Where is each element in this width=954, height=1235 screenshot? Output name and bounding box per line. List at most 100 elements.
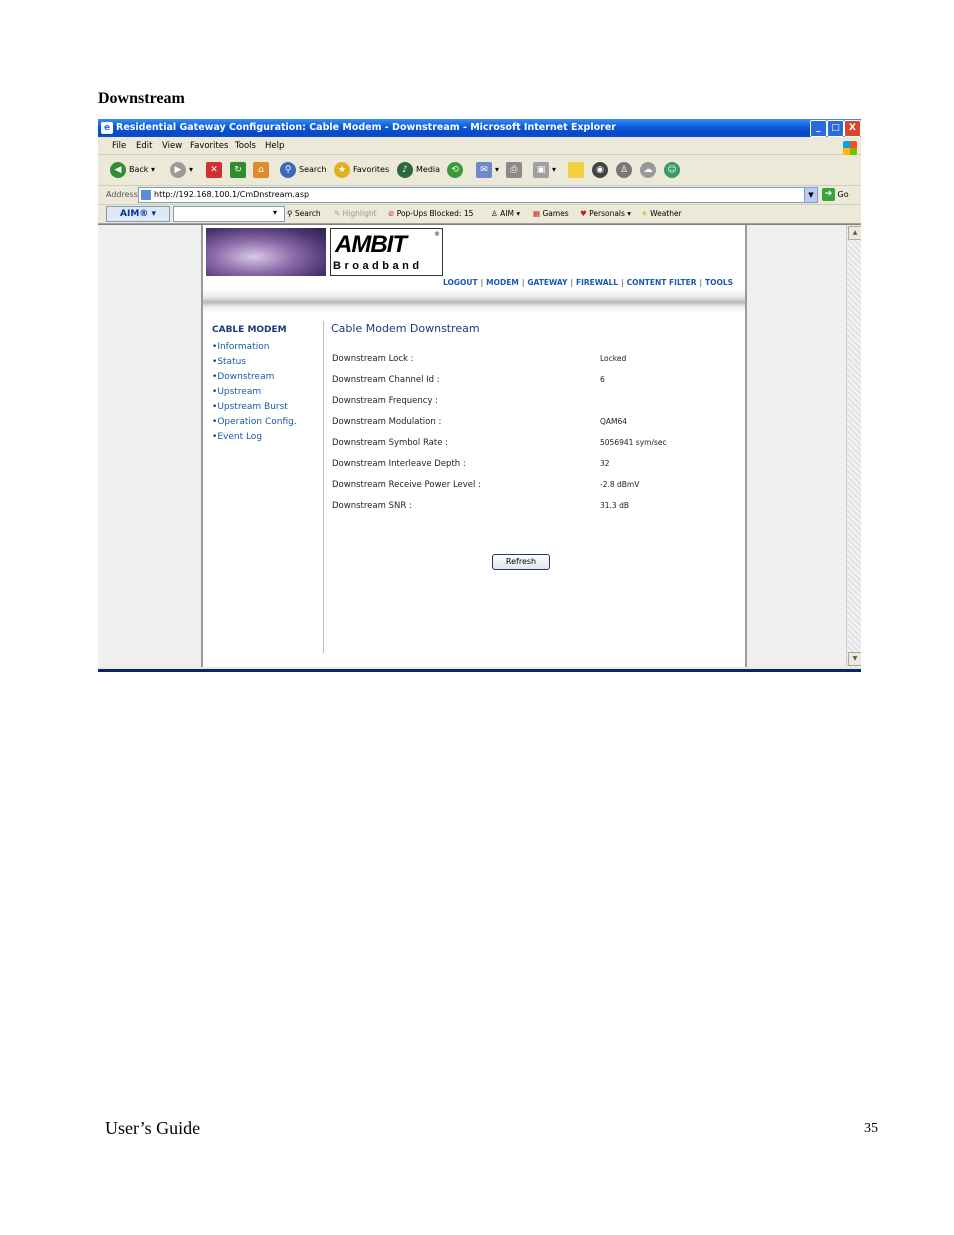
menu-file[interactable]: File bbox=[112, 141, 126, 151]
address-input[interactable]: http://192.168.100.1/CmDnstream.asp ▼ bbox=[138, 187, 818, 203]
symbol-rate-label: Downstream Symbol Rate : bbox=[332, 438, 448, 448]
heart-icon: ♥ bbox=[580, 209, 587, 218]
title-bar: e Residential Gateway Configuration: Cab… bbox=[98, 119, 861, 137]
sidebar-item-label: Upstream Burst bbox=[217, 402, 288, 412]
minimize-button[interactable]: _ bbox=[810, 120, 827, 137]
nav-content-filter[interactable]: CONTENT FILTER bbox=[627, 278, 697, 287]
sidebar-item-event-log[interactable]: •Event Log bbox=[212, 432, 297, 442]
menu-help[interactable]: Help bbox=[265, 141, 284, 151]
menu-edit[interactable]: Edit bbox=[136, 141, 152, 151]
games-button[interactable]: ▦ Games bbox=[533, 209, 569, 218]
sidebar-item-status[interactable]: •Status bbox=[212, 357, 297, 367]
maximize-button[interactable]: □ bbox=[827, 120, 844, 137]
sidebar-item-upstream-burst[interactable]: •Upstream Burst bbox=[212, 402, 297, 412]
frequency-label: Downstream Frequency : bbox=[332, 396, 439, 406]
address-dropdown-icon[interactable]: ▼ bbox=[804, 187, 818, 203]
address-bar: Address http://192.168.100.1/CmDnstream.… bbox=[98, 186, 861, 205]
aim-search-input[interactable] bbox=[173, 206, 285, 222]
page-icon bbox=[141, 189, 151, 200]
downstream-lock-label: Downstream Lock : bbox=[332, 354, 414, 364]
aim-search-dropdown-icon[interactable]: ▾ bbox=[273, 208, 277, 217]
nav-logout[interactable]: LOGOUT bbox=[443, 278, 478, 287]
aim-button[interactable]: AIM® ▾ bbox=[106, 206, 170, 222]
forward-button[interactable]: ▶ ▾ bbox=[170, 161, 193, 179]
refresh-icon: ↻ bbox=[230, 161, 246, 178]
stop-button[interactable]: ✕ bbox=[206, 161, 225, 179]
favorites-button[interactable]: ★ Favorites bbox=[334, 161, 389, 179]
interleave-depth-label: Downstream Interleave Depth : bbox=[332, 459, 466, 469]
scroll-down-icon[interactable]: ▼ bbox=[848, 652, 861, 666]
research-icon: ◉ bbox=[592, 161, 608, 178]
popups-blocked[interactable]: ⊘ Pop-Ups Blocked: 15 bbox=[388, 209, 473, 218]
aim-menu[interactable]: ♙ AIM ▾ bbox=[491, 209, 520, 218]
aim-button-label: AIM® bbox=[120, 209, 149, 219]
sun-icon: ☀ bbox=[641, 209, 648, 218]
aim-toolbar: AIM® ▾ ▾ ⚲ Search ✎ Highlight ⊘ Pop-Ups … bbox=[98, 205, 861, 224]
scroll-up-icon[interactable]: ▲ bbox=[848, 226, 861, 240]
forward-arrow-icon: ▶ bbox=[170, 161, 186, 178]
back-button[interactable]: ◀ Back ▾ bbox=[110, 161, 155, 179]
refresh-toolbar-button[interactable]: ↻ bbox=[230, 161, 249, 179]
sidebar: CABLE MODEM •Information •Status •Downst… bbox=[212, 325, 297, 447]
star-icon: ★ bbox=[334, 161, 350, 178]
mail-icon: ✉ bbox=[476, 161, 492, 178]
vertical-scrollbar[interactable]: ▲ ▼ bbox=[846, 225, 861, 667]
history-button[interactable]: ⟲ bbox=[447, 161, 466, 179]
notes-button[interactable] bbox=[568, 161, 587, 179]
search-button[interactable]: ⚲ Search bbox=[280, 161, 326, 179]
weather-label: Weather bbox=[650, 209, 682, 218]
nav-gateway[interactable]: GATEWAY bbox=[527, 278, 567, 287]
personals-button[interactable]: ♥ Personals ▾ bbox=[580, 209, 631, 218]
games-icon: ▦ bbox=[533, 209, 541, 218]
contacts-button[interactable]: ☺ bbox=[664, 161, 683, 179]
weather-button[interactable]: ☀ Weather bbox=[641, 209, 682, 218]
mail-button[interactable]: ✉ ▾ bbox=[476, 161, 499, 179]
address-url: http://192.168.100.1/CmDnstream.asp bbox=[154, 190, 310, 199]
highlight-label: Highlight bbox=[342, 209, 377, 218]
close-button[interactable]: X bbox=[844, 120, 861, 137]
sidebar-item-upstream[interactable]: •Upstream bbox=[212, 387, 297, 397]
aim-search-button[interactable]: ⚲ Search bbox=[287, 209, 321, 218]
menu-tools[interactable]: Tools bbox=[235, 141, 256, 151]
content-divider bbox=[323, 321, 324, 653]
refresh-button[interactable]: Refresh bbox=[492, 554, 550, 570]
media-button[interactable]: ♪ Media bbox=[397, 161, 440, 179]
aim-menu-label: AIM bbox=[500, 209, 514, 218]
modulation-value: QAM64 bbox=[600, 417, 628, 426]
home-button[interactable]: ⌂ bbox=[253, 161, 272, 179]
interleave-depth-value: 32 bbox=[600, 459, 610, 468]
page-viewport: AMBIT ® Broadband LOGOUT | MODEM | GATEWAY | F… bbox=[98, 224, 861, 667]
nav-modem[interactable]: MODEM bbox=[486, 278, 519, 287]
research-button[interactable]: ◉ bbox=[592, 161, 611, 179]
aim-search-label: Search bbox=[294, 209, 321, 218]
history-icon: ⟲ bbox=[447, 161, 463, 178]
header-divider bbox=[203, 289, 745, 313]
downstream-lock-value: Locked bbox=[600, 354, 627, 363]
media-icon: ♪ bbox=[397, 161, 413, 178]
snr-value: 31.3 dB bbox=[600, 501, 629, 510]
sidebar-item-downstream[interactable]: •Downstream bbox=[212, 372, 297, 382]
browser-window: e Residential Gateway Configuration: Cab… bbox=[98, 119, 861, 672]
stop-icon: ✕ bbox=[206, 161, 222, 178]
edit-button[interactable]: ▣ ▾ bbox=[533, 161, 556, 179]
highlight-button[interactable]: ✎ Highlight bbox=[334, 209, 377, 218]
sidebar-item-operation-config[interactable]: •Operation Config. bbox=[212, 417, 297, 427]
sidebar-item-information[interactable]: •Information bbox=[212, 342, 297, 352]
messenger-button[interactable]: ♙ bbox=[616, 161, 635, 179]
go-button[interactable]: ➔ Go bbox=[822, 188, 849, 201]
contacts-icon: ☺ bbox=[664, 161, 680, 178]
discuss-button[interactable]: ☁ bbox=[640, 161, 659, 179]
print-icon: ⎙ bbox=[506, 161, 522, 178]
nav-firewall[interactable]: FIREWALL bbox=[576, 278, 618, 287]
print-button[interactable]: ⎙ bbox=[506, 161, 525, 179]
receive-power-value: -2.8 dBmV bbox=[600, 480, 640, 489]
sidebar-heading: CABLE MODEM bbox=[212, 325, 287, 335]
page-title: Cable Modem Downstream bbox=[331, 322, 480, 335]
menu-favorites[interactable]: Favorites bbox=[190, 141, 228, 151]
snr-label: Downstream SNR : bbox=[332, 501, 412, 511]
popups-label: Pop-Ups Blocked: 15 bbox=[396, 209, 474, 218]
note-icon bbox=[568, 161, 584, 178]
menu-view[interactable]: View bbox=[162, 141, 182, 151]
symbol-rate-value: 5056941 sym/sec bbox=[600, 438, 667, 447]
nav-tools[interactable]: TOOLS bbox=[705, 278, 733, 287]
